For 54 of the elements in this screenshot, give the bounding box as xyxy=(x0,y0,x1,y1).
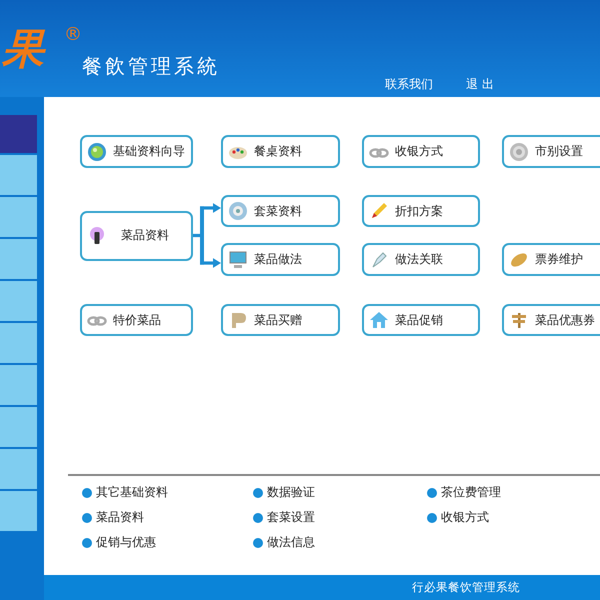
sidebar-item[interactable] xyxy=(0,115,37,153)
function-button[interactable]: 菜品优惠券 xyxy=(502,304,600,336)
bullet-icon xyxy=(253,538,263,548)
disc-icon xyxy=(228,201,248,221)
sidebar-item[interactable] xyxy=(0,407,37,447)
sidebar-item[interactable] xyxy=(0,239,37,279)
function-button[interactable]: 市别设置 xyxy=(502,135,600,168)
light-bulb-icon xyxy=(87,226,107,246)
function-button[interactable]: 折扣方案 xyxy=(362,195,480,227)
app-title: 餐飲管理系統 xyxy=(82,53,220,80)
sidebar-item[interactable] xyxy=(0,155,37,195)
monitor-icon xyxy=(228,250,248,270)
quick-link[interactable]: 促销与优惠 xyxy=(82,530,253,555)
bullet-icon xyxy=(82,512,92,522)
sidebar-item[interactable] xyxy=(0,491,37,531)
function-button[interactable]: 菜品买赠 xyxy=(221,304,340,336)
globe-icon xyxy=(87,142,107,162)
function-button[interactable]: 特价菜品 xyxy=(80,304,193,336)
bullet-icon xyxy=(427,488,437,498)
quick-link[interactable]: 数据验证 xyxy=(253,480,427,505)
sidebar-item[interactable] xyxy=(0,281,37,321)
function-button[interactable]: 菜品资料 xyxy=(80,210,193,260)
quick-link[interactable]: 套菜设置 xyxy=(253,505,427,530)
logo: 果 xyxy=(2,28,44,70)
quick-link[interactable]: 茶位费管理 xyxy=(427,480,600,505)
quick-link[interactable]: 菜品资料 xyxy=(82,505,253,530)
footer-text: 行必果餐饮管理系统 xyxy=(412,580,520,595)
header-link[interactable]: 联系我们 xyxy=(385,76,433,93)
sidebar-item[interactable] xyxy=(0,323,37,363)
function-button[interactable]: 餐桌资料 xyxy=(221,135,340,168)
signpost-icon xyxy=(509,310,529,330)
sidebar-item[interactable] xyxy=(0,197,37,237)
house-icon xyxy=(369,310,389,330)
header-link[interactable]: 退 出 xyxy=(466,76,494,93)
gear-icon xyxy=(509,142,529,162)
registered-mark: ® xyxy=(64,24,82,45)
bullet-icon xyxy=(253,488,263,498)
bullet-icon xyxy=(253,512,263,522)
function-button[interactable]: 做法关联 xyxy=(362,243,480,276)
function-button[interactable]: 收银方式 xyxy=(362,135,480,168)
bullet-icon xyxy=(82,538,92,548)
bullet-icon xyxy=(82,488,92,498)
quick-link[interactable]: 其它基础资料 xyxy=(82,480,253,505)
sidebar-item[interactable] xyxy=(0,365,37,405)
quick-link[interactable]: 收银方式 xyxy=(427,505,600,530)
quick-link[interactable]: 做法信息 xyxy=(253,530,427,555)
function-button[interactable]: 套菜资料 xyxy=(221,195,340,227)
function-button[interactable]: 票券维护 xyxy=(502,243,600,276)
sidebar-item[interactable] xyxy=(0,449,37,489)
function-button[interactable]: 菜品做法 xyxy=(221,243,340,276)
function-button[interactable]: 菜品促销 xyxy=(362,304,480,336)
bullet-icon xyxy=(427,512,437,522)
function-button[interactable]: 基础资料向导 xyxy=(80,135,193,168)
pencil-icon xyxy=(369,201,389,221)
